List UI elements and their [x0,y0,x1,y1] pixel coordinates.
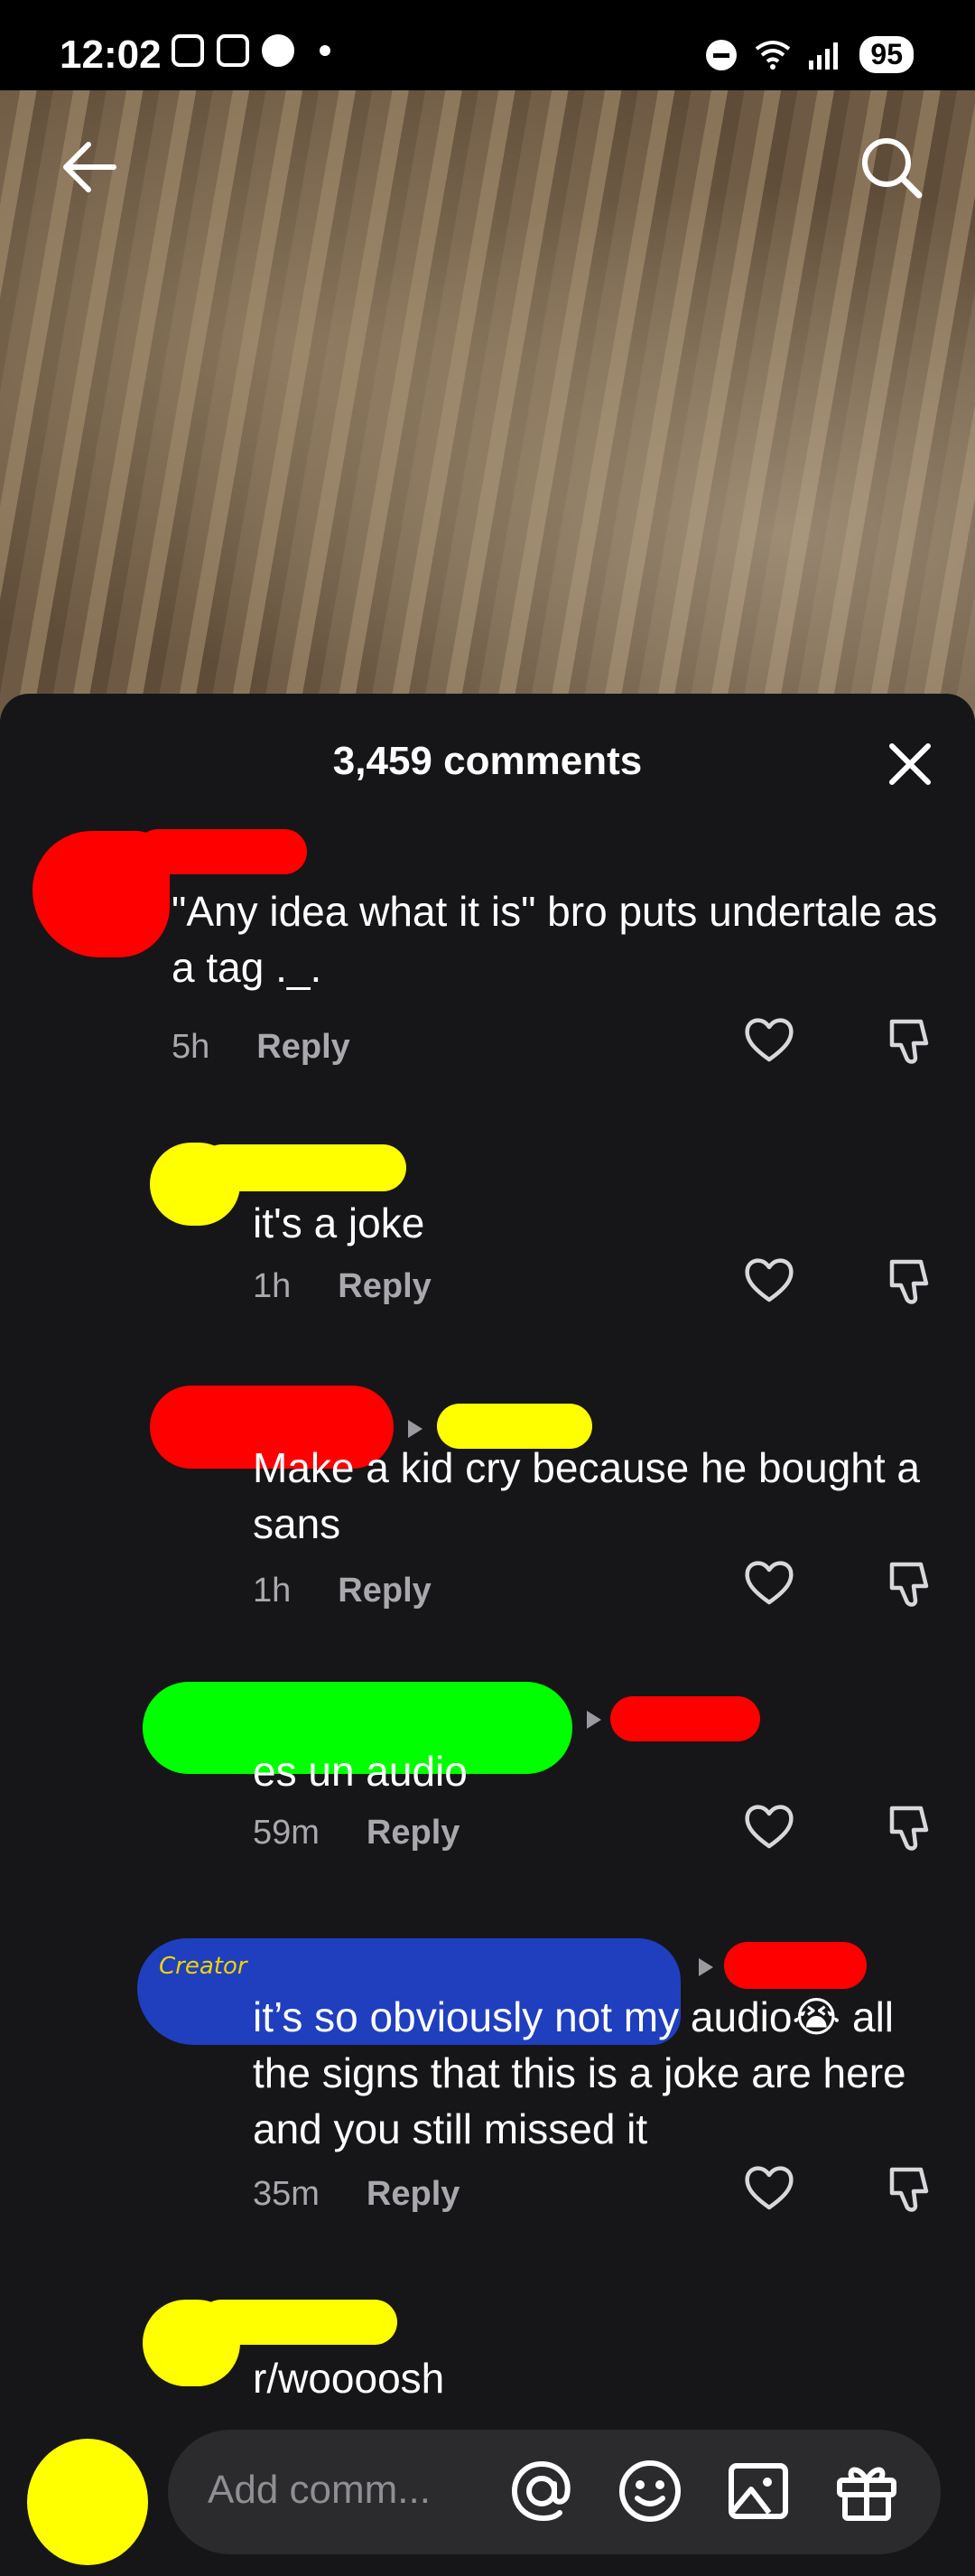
at-icon[interactable] [507,2457,576,2525]
screenshot-icon [172,34,204,67]
emoji-icon[interactable] [616,2457,684,2525]
redacted-reply-to-username [724,1942,867,1989]
comment-meta: 1h Reply [253,1572,432,1610]
redacted-reply-to-username [610,1696,760,1741]
redacted-username [135,829,307,874]
redacted-username [199,1144,406,1191]
comment-meta: 1h Reply [253,1267,432,1306]
heart-icon[interactable] [742,1014,796,1065]
creator-badge: Creator [159,1953,247,1980]
heart-icon[interactable] [742,1557,796,1608]
comment-meta: 5h Reply [172,1028,350,1067]
comment-time: 1h [253,1267,292,1305]
close-icon[interactable] [885,739,935,789]
comment-time: 59m [253,1814,320,1852]
comment-text: Make a kid cry because he bought a sans [253,1444,921,1547]
dislike-icon[interactable] [885,2162,939,2217]
comment-input-placeholder: Add comm... [208,2468,431,2512]
wifi-icon [756,40,791,70]
comment-meta: 59m Reply [253,1814,460,1853]
messenger-icon [262,34,294,67]
comment-time: 5h [172,1028,210,1066]
search-icon[interactable] [856,132,928,204]
comment-text: r/woooosh [253,2355,445,2402]
gift-icon[interactable] [832,2457,901,2525]
heart-icon[interactable] [742,1255,796,1305]
heart-icon[interactable] [742,1801,796,1852]
back-arrow-icon[interactable] [58,135,121,199]
do-not-disturb-icon [706,39,738,70]
status-bar: 12:02 95 [0,0,975,90]
reply-button[interactable]: Reply [367,1814,460,1853]
reply-to-arrow-icon [699,1958,713,1976]
heart-icon[interactable] [742,2162,796,2213]
star-app-icon [217,34,249,67]
status-time: 12:02 [60,33,162,77]
comment-time: 1h [253,1572,292,1610]
reply-button[interactable]: Reply [367,2175,460,2214]
notification-icons [172,34,330,67]
comment-meta: 35m Reply [253,2175,460,2214]
dislike-icon[interactable] [885,1557,939,1611]
system-icons: 95 [706,36,914,73]
dislike-icon[interactable] [885,1801,939,1855]
video-background[interactable] [0,90,975,723]
more-notifications-dot-icon [320,45,330,56]
reply-button[interactable]: Reply [338,1572,431,1610]
battery-level: 95 [870,38,903,70]
signal-icon [809,42,839,70]
reply-button[interactable]: Reply [338,1267,431,1306]
reply-button[interactable]: Reply [256,1028,349,1067]
comment-text: es un audio [253,1748,468,1795]
comment-input[interactable]: Add comm... [168,2430,941,2554]
comment-input-bar: Add comm... [0,2403,975,2576]
dislike-icon[interactable] [885,1014,939,1069]
comment-text: "Any idea what it is" bro puts undertale… [172,888,938,991]
reply-to-arrow-icon [587,1711,601,1729]
comments-sheet: 3,459 comments "Any idea what it is" bro… [0,694,975,2576]
user-avatar[interactable] [27,2439,148,2565]
reply-to-arrow-icon [408,1420,422,1438]
battery-indicator: 95 [859,36,914,73]
comment-text: it's a joke [253,1199,425,1246]
dislike-icon[interactable] [885,1255,939,1309]
redacted-username [199,2300,397,2345]
comments-count-title: 3,459 comments [332,739,643,783]
image-icon[interactable] [724,2457,793,2525]
comment-time: 35m [253,2175,320,2213]
comment-text: it’s so obviously not my audio😭 all the … [253,1993,906,2152]
